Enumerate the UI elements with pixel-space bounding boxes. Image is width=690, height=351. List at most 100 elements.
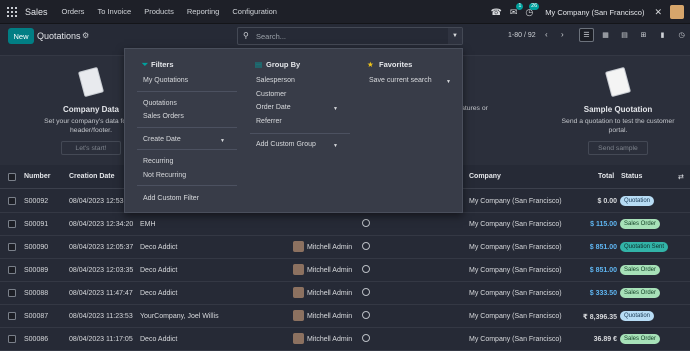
row-checkbox[interactable] — [8, 335, 16, 343]
salesperson-avatar — [293, 287, 304, 298]
pager-previous-icon[interactable]: ‹ — [545, 30, 548, 39]
total-amount: $ 851.00 — [589, 267, 617, 274]
menu-item-products[interactable]: Products — [144, 7, 174, 16]
lets-start-button[interactable]: Let's start! — [61, 141, 121, 155]
order-number: S00088 — [24, 290, 49, 297]
group-by-customer[interactable]: Customer — [256, 91, 286, 98]
group-by-heading: Group By — [266, 60, 301, 69]
filter-sales-orders[interactable]: Sales Orders — [143, 113, 184, 120]
filter-my-quotations[interactable]: My Quotations — [143, 77, 188, 84]
customer: Deco Addict — [140, 336, 178, 343]
add-custom-filter[interactable]: Add Custom Filter — [143, 195, 199, 202]
list-view-icon[interactable]: ☰ — [579, 28, 594, 42]
company-switcher[interactable]: My Company (San Francisco) — [545, 8, 644, 17]
activity-clock-icon[interactable] — [362, 242, 370, 250]
select-all-checkbox[interactable] — [8, 173, 16, 181]
table-row[interactable]: S00088 08/04/2023 11:47:47 Deco Addict Mitc… — [0, 282, 690, 305]
save-current-search[interactable]: Save current search — [369, 77, 432, 84]
status-badge: Quotation — [620, 196, 655, 206]
search-icon: ⚲ — [243, 31, 249, 40]
helper-card-description: Send a quotation to test the customer — [561, 118, 675, 125]
divider — [137, 127, 237, 128]
creation-date: 08/04/2023 12:34:20 — [69, 221, 134, 228]
order-number: S00091 — [24, 221, 49, 228]
document-illustration-icon — [77, 66, 105, 98]
row-checkbox[interactable] — [8, 220, 16, 228]
activity-clock-icon[interactable] — [362, 265, 370, 273]
row-checkbox[interactable] — [8, 312, 16, 320]
phone-icon[interactable]: ☎ — [491, 7, 502, 18]
filter-not-recurring[interactable]: Not Recurring — [143, 172, 186, 179]
pager-value[interactable]: 1-80 / 92 — [508, 32, 536, 39]
row-checkbox[interactable] — [8, 197, 16, 205]
menu-item-reporting[interactable]: Reporting — [187, 7, 220, 16]
table-row[interactable]: S00086 08/04/2023 11:17:05 Deco Addict Mitc… — [0, 328, 690, 351]
salesperson-avatar — [293, 241, 304, 252]
table-row[interactable]: S00091 08/04/2023 12:34:20 EMH My Company (… — [0, 213, 690, 236]
activity-clock-icon[interactable] — [362, 219, 370, 227]
company: My Company (San Francisco) — [469, 290, 562, 297]
salesperson: Mitchell Admin — [307, 336, 353, 343]
activity-view-icon[interactable]: ◷ — [674, 28, 689, 42]
salesperson-avatar — [293, 310, 304, 321]
pager-next-icon[interactable]: › — [561, 30, 564, 39]
row-checkbox[interactable] — [8, 243, 16, 251]
order-number: S00087 — [24, 313, 49, 320]
activity-clock-icon[interactable] — [362, 334, 370, 342]
group-by-referrer[interactable]: Referrer — [256, 118, 282, 125]
status-badge: Sales Order — [620, 265, 661, 275]
creation-date: 08/04/2023 11:17:05 — [69, 336, 133, 343]
star-icon: ★ — [367, 60, 374, 69]
kanban-view-icon[interactable]: ▦ — [598, 28, 613, 42]
app-name[interactable]: Sales — [25, 7, 48, 17]
customer: Deco Addict — [140, 267, 178, 274]
graph-view-icon[interactable]: ▮ — [655, 28, 670, 42]
search-options-toggle-icon[interactable]: ▼ — [448, 28, 462, 44]
new-button[interactable]: New — [8, 28, 34, 44]
salesperson-avatar — [293, 333, 304, 344]
column-company[interactable]: Company — [469, 173, 501, 180]
debug-tools-icon[interactable]: ✕ — [654, 7, 662, 18]
table-row[interactable]: S00090 08/04/2023 12:05:37 Deco Addict Mitc… — [0, 236, 690, 259]
filter-create-date[interactable]: Create Date — [143, 136, 181, 143]
quotation-illustration-icon — [604, 66, 632, 98]
divider — [250, 133, 350, 134]
activity-clock-icon[interactable] — [362, 311, 370, 319]
caret-down-icon: ▼ — [446, 79, 451, 85]
menu-item-to-invoice[interactable]: To Invoice — [97, 7, 131, 16]
helper-card-title: Sample Quotation — [583, 105, 653, 114]
user-avatar[interactable] — [670, 5, 684, 19]
search-input[interactable] — [256, 30, 426, 42]
column-total[interactable]: Total — [598, 173, 614, 180]
table-row[interactable]: S00089 08/04/2023 12:03:35 Deco Addict Mitc… — [0, 259, 690, 282]
column-creation-date[interactable]: Creation Date — [69, 173, 115, 180]
systray: ☎ ✉ 1 ◷ 26 My Company (San Francisco) ✕ — [491, 0, 690, 24]
gear-icon[interactable]: ⚙ — [82, 31, 89, 40]
row-checkbox[interactable] — [8, 266, 16, 274]
group-by-salesperson[interactable]: Salesperson — [256, 77, 295, 84]
table-row[interactable]: S00087 08/04/2023 11:23:53 YourCompany, Jo… — [0, 305, 690, 328]
pivot-view-icon[interactable]: ⊞ — [636, 28, 651, 42]
send-sample-button[interactable]: Send sample — [588, 141, 648, 155]
customer: Deco Addict — [140, 244, 178, 251]
optional-columns-icon[interactable]: ⇄ — [678, 173, 684, 181]
activity-clock-icon[interactable] — [362, 288, 370, 296]
divider — [137, 91, 237, 92]
total-amount: $ 333.50 — [589, 290, 617, 297]
order-number: S00089 — [24, 267, 49, 274]
menu-item-orders[interactable]: Orders — [62, 7, 85, 16]
row-checkbox[interactable] — [8, 289, 16, 297]
filter-recurring[interactable]: Recurring — [143, 158, 173, 165]
column-status[interactable]: Status — [621, 173, 642, 180]
company: My Company (San Francisco) — [469, 336, 562, 343]
calendar-view-icon[interactable]: ▤ — [617, 28, 632, 42]
add-custom-group[interactable]: Add Custom Group — [256, 141, 316, 148]
activity-icon[interactable]: ◷ 26 — [525, 2, 540, 18]
chat-icon[interactable]: ✉ 1 — [510, 2, 524, 18]
group-by-order-date[interactable]: Order Date — [256, 104, 291, 111]
column-number[interactable]: Number — [24, 173, 50, 180]
menu-item-configuration[interactable]: Configuration — [232, 7, 277, 16]
company: My Company (San Francisco) — [469, 244, 562, 251]
filter-quotations[interactable]: Quotations — [143, 100, 177, 107]
app-switcher-icon[interactable] — [7, 6, 17, 17]
